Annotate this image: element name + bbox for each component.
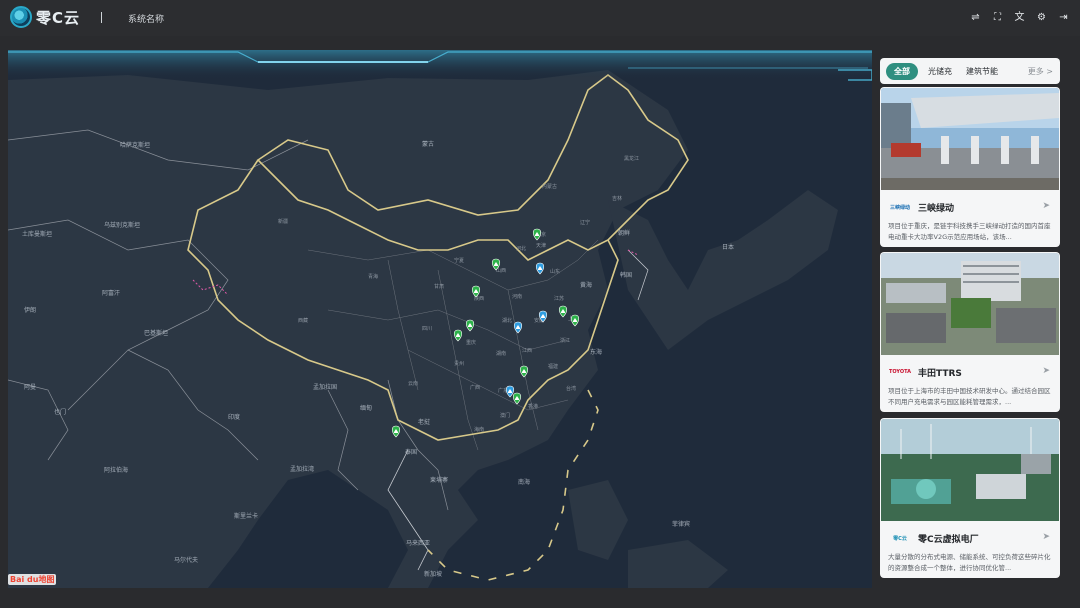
label-macau: 澳门 — [500, 412, 510, 419]
label-chongqing: 重庆 — [466, 339, 476, 346]
logo-icon — [10, 6, 32, 28]
label-guangxi: 广西 — [470, 384, 480, 391]
label-henan: 河南 — [512, 293, 522, 300]
card-description: 项目位于上海市的丰田中国技术研发中心。通过结合园区不同用户充电需求与园区能耗管理… — [888, 387, 1051, 406]
label-bay-of-bengal: 孟加拉湾 — [290, 465, 314, 473]
label-tianjin: 天津 — [536, 242, 546, 249]
navigate-icon[interactable]: ➤ — [1042, 532, 1050, 542]
label-heilongjiang: 黑龙江 — [624, 155, 639, 162]
label-bangladesh: 孟加拉国 — [313, 383, 337, 391]
label-malaysia: 马来西亚 — [406, 539, 430, 547]
logo-text: 零C云 — [36, 8, 81, 27]
settings-icon[interactable]: ⚙ — [1035, 11, 1048, 24]
label-guizhou: 贵州 — [454, 360, 464, 367]
navigate-icon[interactable]: ➤ — [1042, 366, 1050, 376]
top-bar: 零C云 系统名称 ⇌ ⛶ 文 ⚙ ⇥ — [0, 0, 1080, 36]
toyota-logo: TOYOTA — [888, 369, 912, 375]
label-afghanistan: 阿富汗 — [102, 289, 120, 297]
label-xizang: 西藏 — [298, 317, 308, 324]
bottom-strip — [0, 592, 1080, 608]
label-india: 印度 — [228, 413, 240, 421]
label-yellow-sea: 黄海 — [580, 281, 592, 289]
card-description: 大量分散的分布式电源、储能系统、可控负荷这些碎片化的资源整合成一个整体，进行协同… — [888, 553, 1051, 572]
label-north-korea: 朝鲜 — [618, 229, 630, 237]
label-hebei: 河北 — [516, 245, 526, 252]
zeroc-logo: 零C云 — [893, 535, 907, 542]
project-photo — [881, 253, 1059, 355]
label-pakistan: 巴基斯坦 — [144, 329, 168, 337]
label-hubei: 湖北 — [502, 317, 512, 324]
label-sichuan: 四川 — [422, 326, 432, 332]
label-yemen: 也门 — [54, 408, 66, 416]
label-shandong: 山东 — [550, 268, 560, 275]
project-card-sanxia[interactable]: 三峡绿动 三峡绿动 ➤ 项目位于重庆，是链宇科技携手三峡绿动打造的国内首座电动重… — [880, 87, 1060, 247]
tab-building-energy[interactable]: 建筑节能 — [966, 66, 998, 77]
translate-icon[interactable]: 文 — [1013, 11, 1026, 24]
label-iran: 伊朗 — [24, 306, 36, 314]
label-turkmenistan: 土库曼斯坦 — [22, 230, 52, 238]
project-photo — [881, 419, 1059, 521]
map-view[interactable]: 哈萨克斯坦 蒙古 乌兹别克斯坦 土库曼斯坦 阿富汗 伊朗 巴基斯坦 印度 缅甸 … — [8, 50, 872, 588]
label-gansu: 甘肃 — [434, 283, 444, 290]
label-singapore: 新加坡 — [424, 570, 442, 578]
label-hongkong: 香港 — [528, 403, 538, 410]
navigate-icon[interactable]: ➤ — [1042, 201, 1050, 211]
category-tabs: 全部 光储充 建筑节能 更多 > — [880, 58, 1060, 84]
app-logo[interactable]: 零C云 — [10, 6, 80, 28]
label-mongolia: 蒙古 — [422, 140, 434, 148]
label-jiangxi: 江西 — [522, 347, 532, 354]
label-fujian: 福建 — [548, 363, 558, 370]
label-xinjiang: 新疆 — [278, 218, 288, 225]
project-card-toyota[interactable]: TOYOTA 丰田TTRS ➤ 项目位于上海市的丰田中国技术研发中心。通过结合园… — [880, 252, 1060, 412]
label-myanmar: 缅甸 — [360, 404, 372, 412]
label-oman: 阿曼 — [24, 383, 36, 391]
logout-icon[interactable]: ⇥ — [1057, 11, 1070, 24]
label-sri-lanka: 斯里兰卡 — [234, 512, 258, 520]
card-title: 丰田TTRS — [918, 369, 962, 379]
label-korea: 韩国 — [620, 271, 632, 279]
fullscreen-icon[interactable]: ⛶ — [991, 11, 1004, 24]
header-actions: ⇌ ⛶ 文 ⚙ ⇥ — [969, 11, 1070, 24]
card-description: 项目位于重庆，是链宇科技携手三峡绿动打造的国内首座电动重卡大功率V2G示范应用场… — [888, 222, 1051, 241]
label-yunnan: 云南 — [408, 380, 418, 387]
swap-icon[interactable]: ⇌ — [969, 11, 982, 24]
label-uzbekistan: 乌兹别克斯坦 — [104, 221, 140, 229]
label-japan: 日本 — [722, 243, 734, 251]
sanxia-logo: 三峡绿动 — [889, 204, 910, 211]
label-jilin: 吉林 — [612, 195, 622, 202]
label-hainan: 海南 — [474, 426, 484, 433]
label-zhejiang: 浙江 — [560, 337, 570, 344]
label-cambodia: 柬埔寨 — [430, 476, 448, 484]
project-panel: 全部 光储充 建筑节能 更多 > 三峡绿动 三峡绿动 ➤ 项目位于重庆，是链宇科… — [876, 58, 1060, 582]
card-title: 零C云虚拟电厂 — [918, 535, 979, 545]
label-ningxia: 宁夏 — [454, 257, 464, 264]
label-liaoning: 辽宁 — [580, 219, 590, 226]
baidu-map-logo: Bai du地图 — [8, 574, 57, 585]
label-kazakhstan: 哈萨克斯坦 — [120, 141, 150, 149]
label-taiwan: 台湾 — [566, 385, 576, 392]
label-jiangsu: 江苏 — [554, 295, 564, 302]
label-laos: 老挝 — [418, 418, 430, 426]
more-link[interactable]: 更多 > — [1028, 66, 1053, 77]
label-thailand: 泰国 — [405, 448, 417, 456]
label-hunan: 湖南 — [496, 350, 506, 357]
project-photo — [881, 88, 1059, 190]
tab-all[interactable]: 全部 — [886, 62, 918, 80]
project-card-vpp[interactable]: 零C云 零C云虚拟电厂 ➤ 大量分散的分布式电源、储能系统、可控负荷这些碎片化的… — [880, 418, 1060, 578]
label-east-china-sea: 东海 — [590, 348, 602, 356]
system-name: 系统名称 — [128, 15, 165, 25]
label-inner-mongolia: 内蒙古 — [542, 183, 557, 190]
label-philippines: 菲律宾 — [672, 520, 690, 528]
card-title: 三峡绿动 — [918, 204, 955, 214]
tab-solar-storage-charging[interactable]: 光储充 — [928, 66, 952, 77]
label-qinghai: 青海 — [368, 273, 378, 280]
label-south-china-sea: 南海 — [518, 478, 530, 486]
header-divider — [101, 12, 102, 23]
label-maldives: 马尔代夫 — [174, 556, 198, 564]
map-canvas[interactable]: 哈萨克斯坦 蒙古 乌兹别克斯坦 土库曼斯坦 阿富汗 伊朗 巴基斯坦 印度 缅甸 … — [8, 50, 872, 588]
label-arabian-sea: 阿拉伯海 — [104, 466, 128, 474]
